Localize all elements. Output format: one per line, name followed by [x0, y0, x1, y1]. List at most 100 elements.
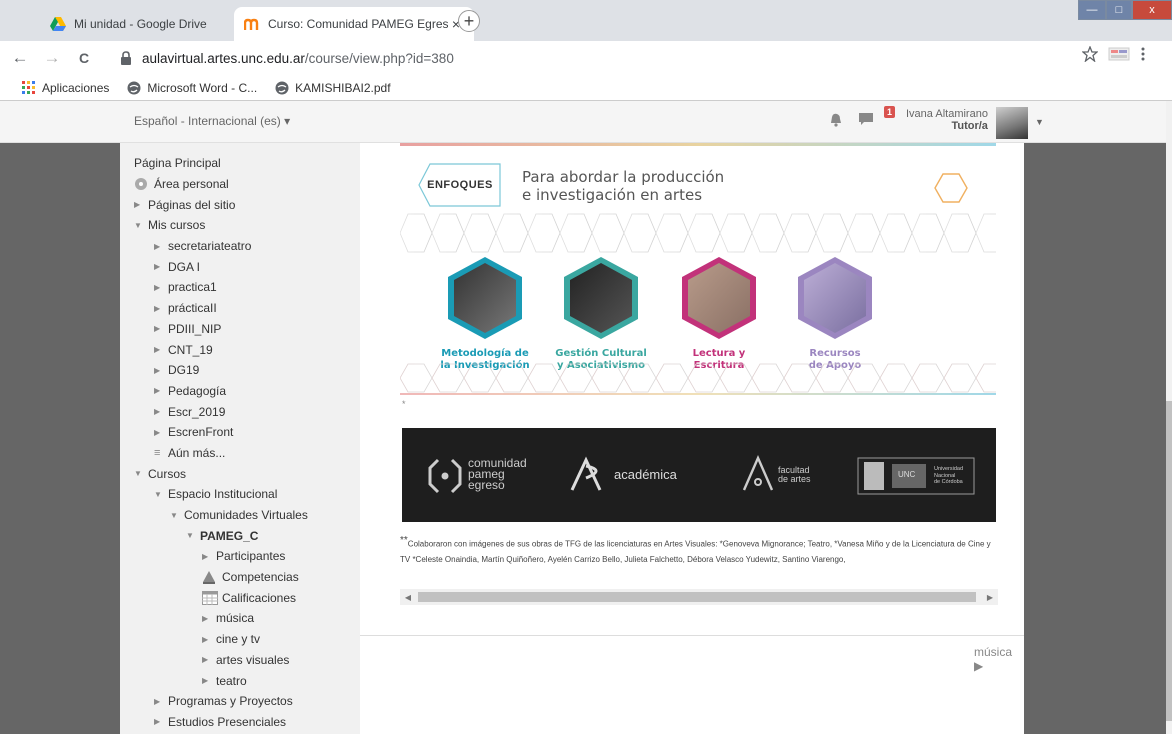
address-bar[interactable]: aulavirtual.artes.unc.edu.ar/course/view… — [120, 46, 1080, 70]
sidebar-item-label: PDIII_NIP — [168, 321, 222, 336]
sidebar-item[interactable]: ▶ Pedagogía — [120, 381, 330, 402]
menu-kebab-icon[interactable] — [1140, 46, 1146, 65]
sidebar-item[interactable]: ▶ música — [120, 608, 330, 629]
sidebar-item[interactable]: ▶ EscrenFront — [120, 422, 330, 443]
sidebar-item[interactable]: ▶ Páginas del sitio — [120, 194, 330, 215]
sidebar-item-label: DGA I — [168, 259, 201, 274]
sidebar-item[interactable]: ▶ prácticaII — [120, 298, 330, 319]
sidebar-item[interactable]: ▶ CNT_19 — [120, 339, 330, 360]
tab-curso-pameg[interactable]: Curso: Comunidad PAMEG Egres × — [234, 7, 474, 41]
close-window-button[interactable]: x — [1132, 0, 1172, 20]
sidebar-item[interactable]: ▶ PDIII_NIP — [120, 319, 330, 340]
arrow-right-icon: ▶ — [202, 634, 209, 644]
page-scroll-thumb[interactable] — [1166, 401, 1172, 721]
sidebar-item[interactable]: ▼ PAMEG_C — [120, 525, 330, 546]
facultad-logo-text: facultad de artes — [778, 466, 811, 484]
hexagon-outline — [847, 363, 881, 393]
tab-google-drive[interactable]: Mi unidad - Google Drive × — [40, 7, 262, 41]
sidebar-item[interactable]: Competencias — [120, 567, 330, 588]
hexagon-outline — [431, 213, 465, 253]
sidebar-item[interactable]: ▶ Participantes — [120, 546, 330, 567]
sidebar-item-label: Cursos — [148, 466, 187, 481]
topic-image-icon — [798, 257, 872, 339]
navbar-icons — [828, 111, 874, 130]
universidad-line: Universidad — [934, 466, 964, 472]
reload-icon[interactable]: C — [72, 46, 96, 70]
topic-tile[interactable]: Recursos de Apoyo — [780, 255, 890, 372]
hexagon-outline — [783, 213, 817, 253]
extension-icon[interactable] — [1108, 46, 1130, 65]
sidebar-item[interactable]: ≡ Aún más... — [120, 443, 330, 464]
next-section-link[interactable]: música ▶ — [974, 645, 1024, 673]
divider — [360, 635, 1024, 636]
scroll-left-arrow[interactable]: ◀ — [400, 589, 416, 605]
sidebar-item[interactable]: ▶ secretariateatro — [120, 236, 330, 257]
hexagon-outline — [495, 363, 529, 393]
maximize-button[interactable]: □ — [1106, 0, 1132, 20]
arrow-right-icon: ▶ — [154, 365, 161, 375]
topic-tile[interactable]: Gestión Cultural y Asociativismo — [546, 255, 656, 372]
arrow-right-icon: ▶ — [154, 427, 161, 437]
horizontal-scrollbar[interactable]: ◀ ▶ — [400, 589, 998, 605]
hexagon-outline — [591, 213, 625, 253]
messages-icon[interactable] — [858, 111, 874, 130]
sidebar-item[interactable]: Calificaciones — [120, 587, 330, 608]
sidebar-item[interactable]: ▼ Comunidades Virtuales — [120, 505, 330, 526]
sidebar-item[interactable]: ▼ Espacio Institucional — [120, 484, 330, 505]
tab-title: Mi unidad - Google Drive — [74, 17, 207, 31]
navigation-block: Página Principal Área personal ▶ Páginas de… — [120, 143, 330, 734]
minimize-button[interactable]: — — [1078, 0, 1106, 20]
sidebar-item[interactable]: ▶ Escr_2019 — [120, 401, 330, 422]
sidebar-item-label: PAMEG_C — [200, 528, 259, 543]
notifications-icon[interactable] — [828, 111, 844, 130]
user-menu[interactable]: Ivana Altamirano Tutor/a — [906, 108, 988, 132]
bookmark-kamishibai[interactable]: KAMISHIBAI2.pdf — [275, 81, 391, 95]
bookmark-aplicaciones[interactable]: Aplicaciones — [22, 80, 109, 95]
arrow-right-icon: ▶ — [154, 303, 161, 313]
sidebar-item[interactable]: ▶ DGA I — [120, 256, 330, 277]
language-menu[interactable]: Español - Internacional (es) ▾ — [134, 114, 290, 128]
arrow-right-icon: ▶ — [154, 324, 161, 334]
new-tab-button[interactable]: + — [458, 10, 480, 32]
sidebar-item[interactable]: ▼ Cursos — [120, 463, 330, 484]
scroll-right-arrow[interactable]: ▶ — [982, 589, 998, 605]
sidebar-item[interactable]: Página Principal — [120, 153, 330, 174]
forward-icon[interactable]: → — [40, 46, 64, 70]
right-gutter — [1024, 143, 1166, 734]
bookmark-star-icon[interactable] — [1081, 45, 1099, 65]
avatar[interactable] — [996, 107, 1028, 139]
sidebar-item[interactable]: ▼ Mis cursos — [120, 215, 330, 236]
scroll-thumb[interactable] — [418, 592, 976, 602]
arrow-right-icon: ▶ — [202, 655, 209, 665]
hexagon-outline — [911, 363, 945, 393]
hexagon-outline — [527, 363, 561, 393]
sidebar-item[interactable]: ▶ DG19 — [120, 360, 330, 381]
arrow-right-icon: ▶ — [154, 262, 161, 272]
hexagon-outline — [879, 363, 913, 393]
page-scrollbar[interactable] — [1166, 101, 1172, 734]
arrow-right-icon: ▶ — [154, 407, 161, 417]
bookmark-word[interactable]: Microsoft Word - C... — [127, 81, 257, 95]
arrow-down-icon: ▼ — [170, 510, 178, 520]
topic-image-icon — [682, 257, 756, 339]
sidebar-item-label: Área personal — [154, 177, 229, 192]
window-controls: — □ x — [1078, 0, 1172, 20]
sidebar-item-label: secretariateatro — [168, 239, 252, 254]
lock-icon — [120, 51, 134, 65]
sidebar-item[interactable]: ▶ artes visuales — [120, 650, 330, 671]
sidebar-item[interactable]: ▶ cine y tv — [120, 629, 330, 650]
sidebar-item[interactable]: ▶ Estudios Presenciales — [120, 712, 330, 733]
topic-tile[interactable]: Lectura y Escritura — [664, 255, 774, 372]
bookmarks-bar: Aplicaciones Microsoft Word - C... KAMIS… — [0, 75, 1172, 101]
sidebar-item-label: Espacio Institucional — [168, 487, 278, 502]
chevron-down-icon[interactable]: ▼ — [1035, 117, 1044, 127]
sidebar-item[interactable]: ▶ Programas y Proyectos — [120, 691, 330, 712]
sidebar-item[interactable]: ▶ practica1 — [120, 277, 330, 298]
de-artes-line: de artes — [778, 474, 811, 484]
globe-icon — [127, 81, 141, 95]
sidebar-item[interactable]: Área personal — [120, 174, 330, 195]
topic-tile[interactable]: Metodología de la Investigación — [430, 255, 540, 372]
sidebar-item[interactable]: ▶ teatro — [120, 670, 330, 691]
hexagon-outline — [495, 213, 529, 253]
back-icon[interactable]: ← — [8, 46, 32, 70]
